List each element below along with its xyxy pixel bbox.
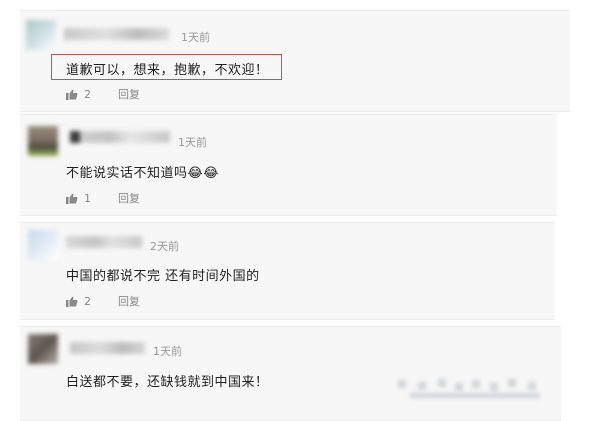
comment-time: 1天前 (153, 345, 182, 358)
comment-text: 不能说实话不知道吗😂😂 (66, 166, 219, 181)
username (64, 28, 169, 40)
reply-link[interactable]: 回复 (118, 293, 140, 309)
username (70, 342, 145, 354)
thumbs-up-icon (66, 89, 78, 100)
comment-actions: 1 回复 (66, 190, 140, 206)
avatar (26, 20, 56, 50)
comment-text: 道歉可以，想来，抱歉，不欢迎！ (66, 63, 269, 78)
like-button[interactable]: 2 (66, 88, 102, 101)
like-button[interactable]: 1 (66, 192, 102, 205)
thumbs-up-icon (66, 296, 78, 307)
comment-text: 白送都不要，还缺钱就到中国来！ (66, 375, 269, 390)
comment-actions: 2 回复 (66, 86, 140, 102)
comment-text: 中国的都说不完 还有时间外国的 (66, 269, 260, 284)
reply-link[interactable]: 回复 (118, 86, 140, 102)
comment-time: 1天前 (181, 31, 210, 44)
avatar (28, 334, 58, 364)
username (70, 131, 170, 143)
like-count: 2 (84, 294, 91, 308)
reply-link[interactable]: 回复 (118, 190, 140, 206)
avatar (28, 126, 58, 156)
comment-time: 1天前 (178, 136, 207, 149)
like-count: 2 (84, 87, 91, 101)
comment-actions: 2 回复 (66, 293, 140, 309)
thumbs-up-icon (66, 193, 78, 204)
comment-time: 2天前 (150, 240, 179, 253)
avatar (28, 230, 58, 260)
comment-list: 1天前 道歉可以，想来，抱歉，不欢迎！ 2 回复 1天前 不能说实话不知道吗😂😂… (0, 0, 600, 421)
username (66, 236, 142, 248)
like-button[interactable]: 2 (66, 295, 102, 308)
like-count: 1 (84, 191, 91, 205)
